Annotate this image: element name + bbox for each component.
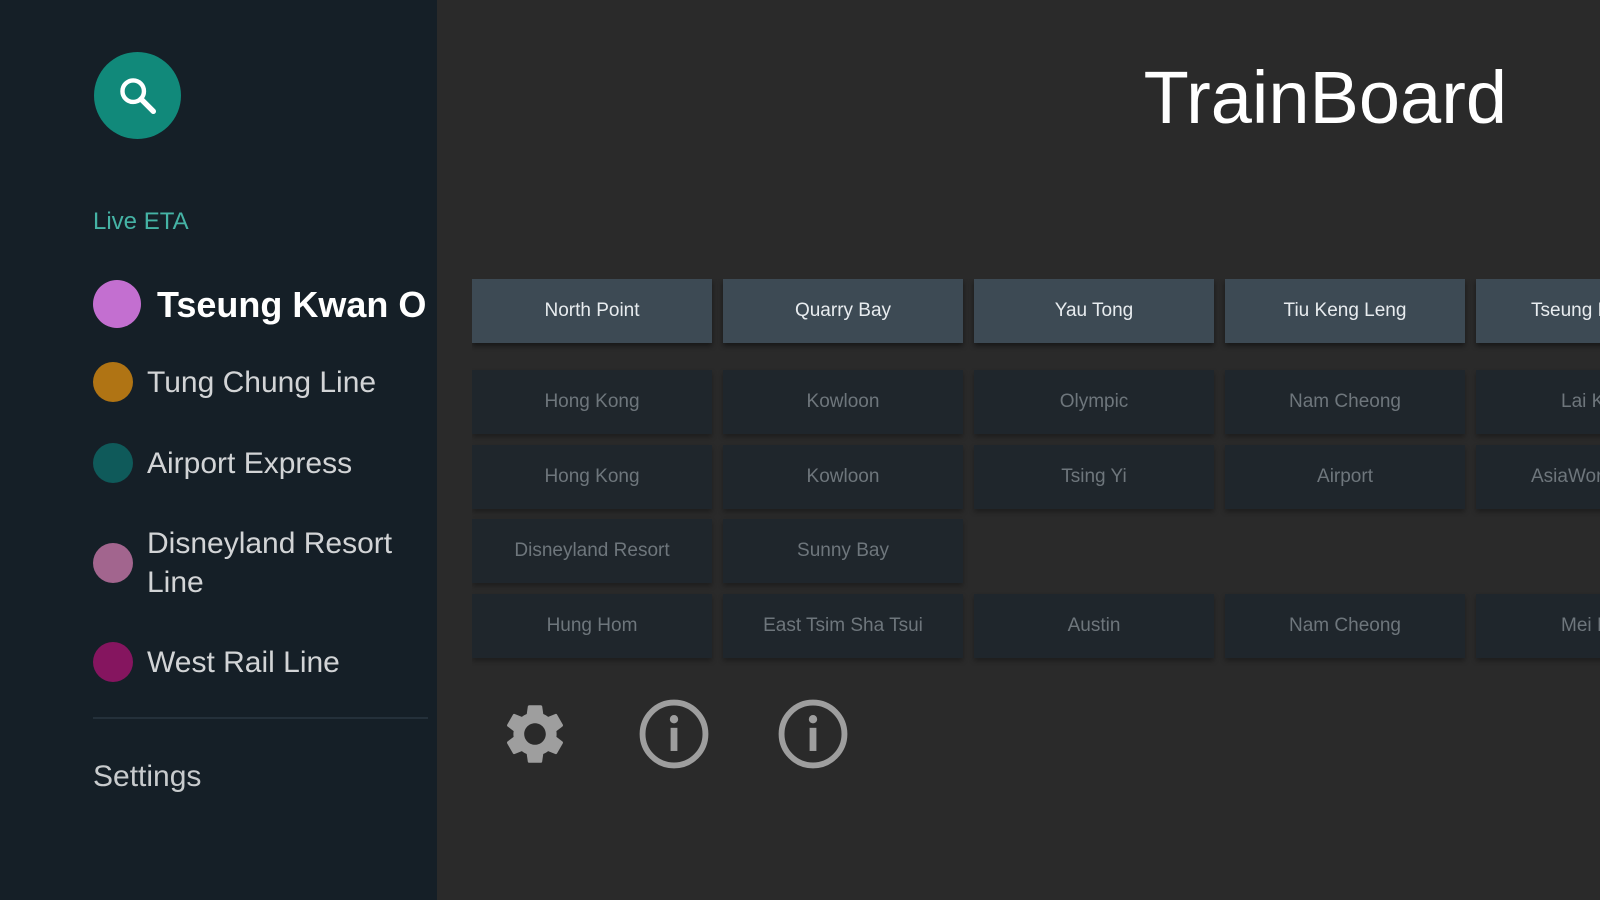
destination-cell[interactable]: Austin	[974, 594, 1214, 658]
settings-button[interactable]	[498, 697, 572, 771]
station-grid: North Point Hong Kong Hong Kong Disneyla…	[472, 279, 1600, 679]
destination-cell[interactable]: Olympic	[974, 370, 1214, 434]
destination-cell[interactable]: Airport	[1225, 445, 1465, 509]
destination-cell[interactable]: Hong Kong	[472, 370, 712, 434]
line-color-dot	[93, 280, 141, 328]
sidebar-item-west-rail-line[interactable]: West Rail Line	[93, 642, 340, 682]
destination-cell[interactable]: Mei I	[1476, 594, 1600, 658]
station-header-quarry-bay[interactable]: Quarry Bay	[723, 279, 963, 343]
info-icon	[778, 699, 848, 769]
sidebar-item-label: Airport Express	[147, 446, 353, 480]
sidebar-item-tung-chung-line[interactable]: Tung Chung Line	[93, 362, 376, 402]
sidebar-item-tseung-kwan-o-line[interactable]: Tseung Kwan O Li	[93, 280, 437, 328]
destination-cell[interactable]: Kowloon	[723, 370, 963, 434]
line-color-dot	[93, 443, 133, 483]
line-color-dot	[93, 543, 133, 583]
info-icon	[639, 699, 709, 769]
sidebar-item-label: Tung Chung Line	[147, 365, 377, 399]
search-icon	[119, 77, 156, 114]
settings-link[interactable]: Settings	[93, 760, 201, 794]
sidebar-item-label: Tseung Kwan O Li	[157, 283, 437, 325]
destination-cell[interactable]: Kowloon	[723, 445, 963, 509]
section-label-live-eta: Live ETA	[93, 208, 189, 235]
info-button-secondary[interactable]	[776, 697, 850, 771]
sidebar-item-disneyland-resort-line[interactable]: Disneyland Resort Line	[93, 524, 407, 602]
station-header-yau-tong[interactable]: Yau Tong	[974, 279, 1214, 343]
sidebar-divider	[93, 717, 428, 719]
line-color-dot	[93, 642, 133, 682]
app-window: Live ETA Tseung Kwan O Li Tung Chung Lin…	[0, 0, 1600, 900]
destination-cell[interactable]: East Tsim Sha Tsui	[723, 594, 963, 658]
search-button[interactable]	[94, 52, 181, 139]
destination-cell[interactable]: Lai K	[1476, 370, 1600, 434]
station-header-tseung-kwan-o[interactable]: Tseung I	[1476, 279, 1600, 343]
destination-cell[interactable]: Nam Cheong	[1225, 370, 1465, 434]
sidebar: Live ETA Tseung Kwan O Li Tung Chung Lin…	[0, 0, 437, 900]
station-header-tiu-keng-leng[interactable]: Tiu Keng Leng	[1225, 279, 1465, 343]
destination-cell[interactable]: Hung Hom	[472, 594, 712, 658]
destination-cell[interactable]: Nam Cheong	[1225, 594, 1465, 658]
app-title: TrainBoard	[1143, 56, 1507, 139]
station-header-north-point[interactable]: North Point	[472, 279, 712, 343]
destination-cell[interactable]: AsiaWor	[1476, 445, 1600, 509]
destination-cell[interactable]: Hong Kong	[472, 445, 712, 509]
sidebar-item-label: Disneyland Resort Line	[147, 527, 393, 599]
destination-cell[interactable]: Tsing Yi	[974, 445, 1214, 509]
sidebar-item-airport-express[interactable]: Airport Express	[93, 443, 352, 483]
destination-cell[interactable]: Disneyland Resort	[472, 519, 712, 583]
line-color-dot	[93, 362, 133, 402]
sidebar-item-label: West Rail Line	[147, 645, 340, 679]
destination-cell[interactable]: Sunny Bay	[723, 519, 963, 583]
gear-icon	[506, 705, 564, 763]
info-button[interactable]	[637, 697, 711, 771]
